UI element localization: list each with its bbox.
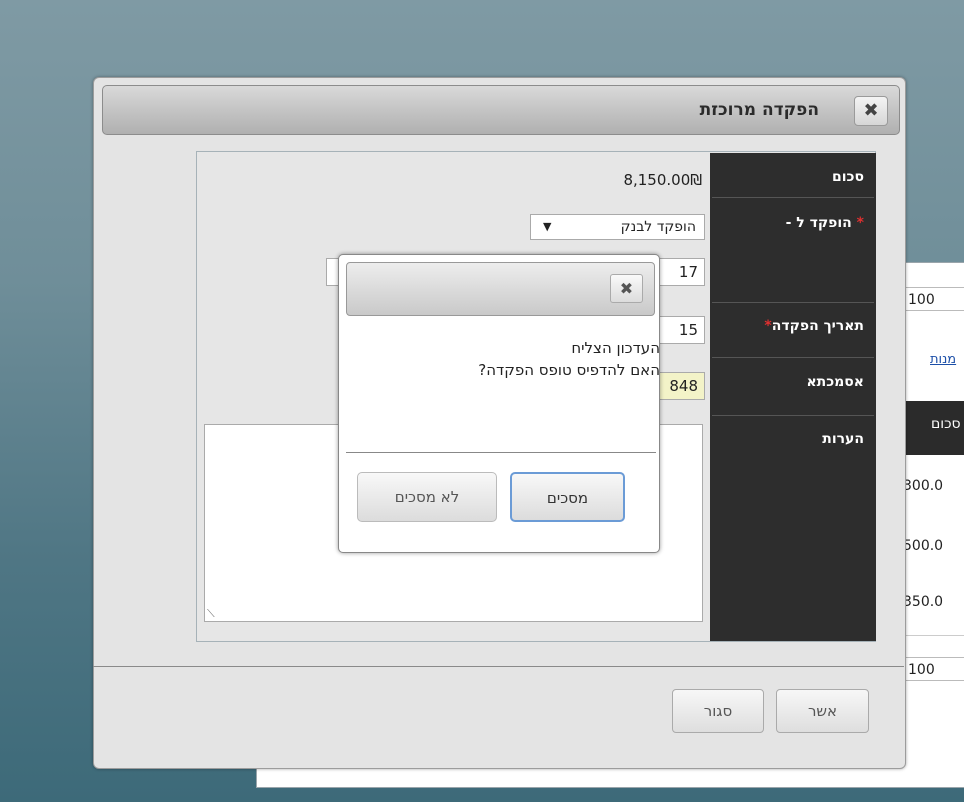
label-divider — [712, 197, 874, 198]
agree-button[interactable]: מסכים — [510, 472, 625, 522]
label-notes: הערות — [822, 431, 864, 447]
message-divider — [346, 452, 656, 453]
message-box-titlebar[interactable] — [346, 262, 655, 316]
label-divider — [712, 357, 874, 358]
label-deposit-to: * הופקד ל - — [712, 215, 872, 231]
label-deposit-date-text: תאריך הפקדה — [771, 318, 864, 334]
footer-divider — [93, 666, 904, 667]
resize-handle-icon[interactable]: ⟍ — [207, 607, 215, 621]
dialog-close-icon[interactable]: ✖ — [854, 96, 888, 126]
label-divider — [712, 415, 874, 416]
label-reference: אסמכתא — [806, 374, 864, 390]
message-close-icon[interactable]: ✖ — [610, 274, 643, 303]
background-divider — [903, 635, 964, 636]
close-button[interactable]: סגור — [672, 689, 764, 733]
disagree-button[interactable]: לא מסכים — [357, 472, 497, 522]
background-value: 350.0 — [903, 594, 944, 610]
amount-value: 8,150.00₪ — [623, 171, 702, 189]
required-mark: * — [856, 215, 864, 231]
background-value: 500.0 — [903, 538, 944, 554]
background-value: 300.0 — [903, 478, 944, 494]
background-total-field[interactable]: 100 — [903, 657, 964, 681]
label-amount: סכום — [832, 169, 864, 185]
deposit-to-selected: הופקד לבנק — [620, 219, 696, 235]
label-divider — [712, 302, 874, 303]
message-line-success: העדכון הצליח — [571, 339, 660, 357]
background-quantity-field[interactable]: 100 — [903, 287, 964, 311]
dialog-title: הפקדה מרוכזת — [699, 100, 819, 120]
deposit-to-select[interactable]: הופקד לבנק ▼ — [530, 214, 705, 240]
background-column-header: סכום — [903, 401, 964, 455]
chevron-down-icon: ▼ — [543, 220, 552, 233]
required-mark: * — [764, 318, 772, 334]
label-deposit-date: תאריך הפקדה* — [712, 318, 872, 334]
confirm-button[interactable]: אשר — [776, 689, 869, 733]
message-line-question: האם להדפיס טופס הפקדה? — [478, 361, 660, 379]
label-deposit-to-text: הופקד ל - — [785, 215, 852, 231]
background-link[interactable]: מנות — [930, 352, 956, 367]
